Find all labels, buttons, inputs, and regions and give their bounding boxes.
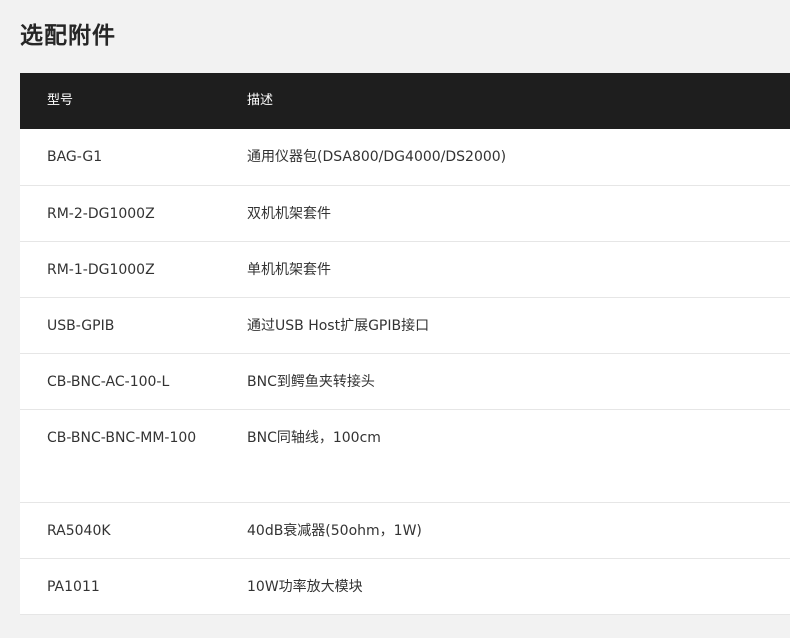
header-model: 型号 — [20, 73, 247, 129]
accessories-table: 型号 描述 BAG-G1 通用仪器包(DSA800/DG4000/DS2000)… — [20, 73, 790, 615]
table-row: CB-BNC-AC-100-L BNC到鳄鱼夹转接头 — [20, 353, 790, 410]
description-cell: 双机机架套件 — [247, 185, 790, 242]
table-header-row: 型号 描述 — [20, 73, 790, 129]
table-row: BAG-G1 通用仪器包(DSA800/DG4000/DS2000) — [20, 129, 790, 186]
description-cell: BNC同轴线，100cm — [247, 409, 790, 503]
description-cell: 通用仪器包(DSA800/DG4000/DS2000) — [247, 129, 790, 186]
model-text: BAG-G1 — [47, 149, 103, 165]
header-description: 描述 — [247, 73, 790, 129]
model-cell: RA5040K — [20, 502, 247, 559]
description-cell: 10W功率放大模块 — [247, 558, 790, 615]
model-cell: CB-BNC-BNC-MM-100 — [20, 409, 247, 503]
model-text: CB-BNC-BNC-MM-100 — [47, 429, 197, 446]
table-row: USB-GPIB 通过USB Host扩展GPIB接口 — [20, 297, 790, 354]
model-cell: PA1011 — [20, 558, 247, 615]
description-cell: 40dB衰减器(50ohm，1W) — [247, 502, 790, 559]
model-text: RA5040K — [47, 522, 111, 539]
table-row: RA5040K 40dB衰减器(50ohm，1W) — [20, 502, 790, 559]
model-text: RM-1-DG1000Z — [47, 261, 155, 278]
model-text: USB-GPIB — [47, 317, 115, 334]
model-cell: CB-BNC-AC-100-L — [20, 353, 247, 410]
table-row: CB-BNC-BNC-MM-100 BNC同轴线，100cm — [20, 409, 790, 503]
model-text: RM-2-DG1000Z — [47, 205, 155, 222]
model-cell: BAG-G1 — [20, 129, 247, 186]
model-text: CB-BNC-AC-100-L — [47, 373, 170, 390]
table-row: RM-2-DG1000Z 双机机架套件 — [20, 185, 790, 242]
model-text: PA1011 — [47, 578, 100, 595]
description-cell: 通过USB Host扩展GPIB接口 — [247, 297, 790, 354]
description-cell: 单机机架套件 — [247, 241, 790, 298]
model-cell: RM-2-DG1000Z — [20, 185, 247, 242]
table-row: PA1011 10W功率放大模块 — [20, 558, 790, 615]
table-row: RM-1-DG1000Z 单机机架套件 — [20, 241, 790, 298]
model-cell: USB-GPIB — [20, 297, 247, 354]
model-cell: RM-1-DG1000Z — [20, 241, 247, 298]
description-cell: BNC到鳄鱼夹转接头 — [247, 353, 790, 410]
section-title: 选配附件 — [20, 23, 116, 49]
